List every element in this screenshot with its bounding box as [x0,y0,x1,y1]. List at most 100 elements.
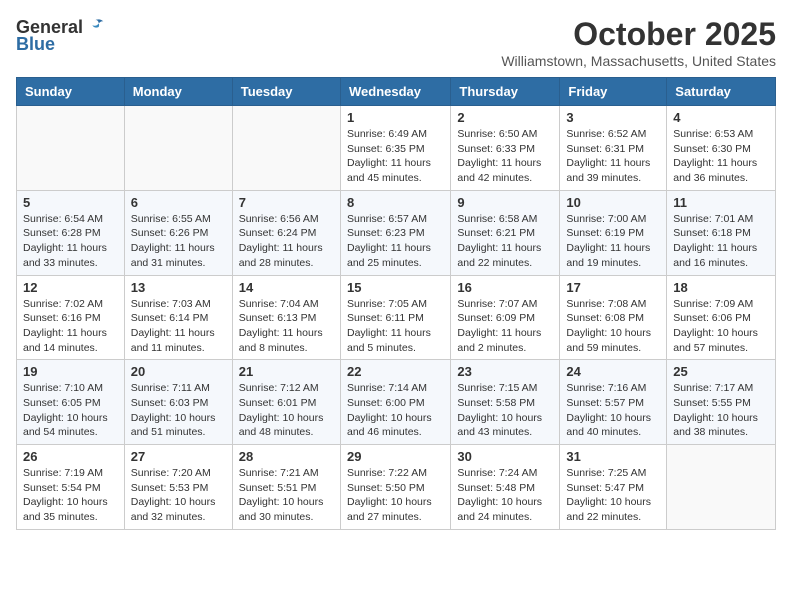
calendar-week-row: 26 Sunrise: 7:19 AM Sunset: 5:54 PM Dayli… [17,445,776,530]
calendar-day-empty [124,106,232,191]
logo: General Blue [16,16,107,55]
day-info: Sunrise: 7:11 AM Sunset: 6:03 PM Dayligh… [131,381,226,440]
day-number: 18 [673,280,769,295]
calendar-day-3: 3Sunrise: 6:52 AM Sunset: 6:31 PM Daylig… [560,106,667,191]
weekday-header-row: SundayMondayTuesdayWednesdayThursdayFrid… [17,78,776,106]
day-info: Sunrise: 6:49 AM Sunset: 6:35 PM Dayligh… [347,127,444,186]
day-number: 15 [347,280,444,295]
calendar-day-6: 6 Sunrise: 6:55 AM Sunset: 6:26 PM Daylig… [124,190,232,275]
day-info: Sunrise: 7:16 AM Sunset: 5:57 PM Dayligh… [566,381,660,440]
calendar-day-11: 11 Sunrise: 7:01 AM Sunset: 6:18 PM Dayli… [667,190,776,275]
calendar-day-17: 17 Sunrise: 7:08 AM Sunset: 6:08 PM Dayli… [560,275,667,360]
day-number: 30 [457,449,553,464]
calendar-week-row: 5 Sunrise: 6:54 AM Sunset: 6:28 PM Daylig… [17,190,776,275]
day-info: Sunrise: 7:09 AM Sunset: 6:06 PM Dayligh… [673,297,769,356]
weekday-header-saturday: Saturday [667,78,776,106]
weekday-header-tuesday: Tuesday [232,78,340,106]
day-info: Sunrise: 6:58 AM Sunset: 6:21 PM Dayligh… [457,212,553,271]
calendar-day-31: 31 Sunrise: 7:25 AM Sunset: 5:47 PM Dayli… [560,445,667,530]
day-info: Sunrise: 6:57 AM Sunset: 6:23 PM Dayligh… [347,212,444,271]
day-info: Sunrise: 7:01 AM Sunset: 6:18 PM Dayligh… [673,212,769,271]
day-number: 22 [347,364,444,379]
calendar-day-20: 20 Sunrise: 7:11 AM Sunset: 6:03 PM Dayli… [124,360,232,445]
day-number: 12 [23,280,118,295]
day-info: Sunrise: 7:24 AM Sunset: 5:48 PM Dayligh… [457,466,553,525]
title-section: October 2025 Williamstown, Massachusetts… [501,16,776,69]
calendar-day-14: 14 Sunrise: 7:04 AM Sunset: 6:13 PM Dayli… [232,275,340,360]
day-info: Sunrise: 7:00 AM Sunset: 6:19 PM Dayligh… [566,212,660,271]
logo-blue-text: Blue [16,34,55,55]
calendar-day-5: 5 Sunrise: 6:54 AM Sunset: 6:28 PM Daylig… [17,190,125,275]
day-number: 17 [566,280,660,295]
day-info: Sunrise: 7:04 AM Sunset: 6:13 PM Dayligh… [239,297,334,356]
day-info: Sunrise: 7:12 AM Sunset: 6:01 PM Dayligh… [239,381,334,440]
calendar-day-2: 2Sunrise: 6:50 AM Sunset: 6:33 PM Daylig… [451,106,560,191]
calendar-day-21: 21 Sunrise: 7:12 AM Sunset: 6:01 PM Dayli… [232,360,340,445]
day-info: Sunrise: 7:19 AM Sunset: 5:54 PM Dayligh… [23,466,118,525]
calendar-day-12: 12 Sunrise: 7:02 AM Sunset: 6:16 PM Dayli… [17,275,125,360]
day-number: 8 [347,195,444,210]
calendar-week-row: 12 Sunrise: 7:02 AM Sunset: 6:16 PM Dayli… [17,275,776,360]
calendar-week-row: 1 Sunrise: 6:49 AM Sunset: 6:35 PM Daylig… [17,106,776,191]
logo-bird-icon [85,16,107,38]
day-info: Sunrise: 7:25 AM Sunset: 5:47 PM Dayligh… [566,466,660,525]
calendar-day-13: 13 Sunrise: 7:03 AM Sunset: 6:14 PM Dayli… [124,275,232,360]
calendar-day-29: 29Sunrise: 7:22 AM Sunset: 5:50 PM Dayli… [340,445,450,530]
day-info: Sunrise: 7:22 AM Sunset: 5:50 PM Dayligh… [347,466,444,525]
calendar-day-empty [232,106,340,191]
calendar-day-15: 15Sunrise: 7:05 AM Sunset: 6:11 PM Dayli… [340,275,450,360]
day-number: 28 [239,449,334,464]
day-info: Sunrise: 7:15 AM Sunset: 5:58 PM Dayligh… [457,381,553,440]
day-number: 21 [239,364,334,379]
day-number: 19 [23,364,118,379]
calendar-day-empty [667,445,776,530]
calendar-day-16: 16 Sunrise: 7:07 AM Sunset: 6:09 PM Dayli… [451,275,560,360]
day-number: 25 [673,364,769,379]
day-number: 6 [131,195,226,210]
calendar-day-30: 30 Sunrise: 7:24 AM Sunset: 5:48 PM Dayli… [451,445,560,530]
day-number: 5 [23,195,118,210]
location-subtitle: Williamstown, Massachusetts, United Stat… [501,53,776,69]
calendar-day-19: 19 Sunrise: 7:10 AM Sunset: 6:05 PM Dayli… [17,360,125,445]
day-number: 20 [131,364,226,379]
day-info: Sunrise: 7:14 AM Sunset: 6:00 PM Dayligh… [347,381,444,440]
day-info: Sunrise: 7:21 AM Sunset: 5:51 PM Dayligh… [239,466,334,525]
day-number: 16 [457,280,553,295]
calendar-day-24: 24Sunrise: 7:16 AM Sunset: 5:57 PM Dayli… [560,360,667,445]
calendar-day-18: 18 Sunrise: 7:09 AM Sunset: 6:06 PM Dayli… [667,275,776,360]
calendar-day-25: 25 Sunrise: 7:17 AM Sunset: 5:55 PM Dayli… [667,360,776,445]
weekday-header-thursday: Thursday [451,78,560,106]
day-number: 31 [566,449,660,464]
day-number: 11 [673,195,769,210]
calendar-week-row: 19 Sunrise: 7:10 AM Sunset: 6:05 PM Dayli… [17,360,776,445]
calendar-day-empty [17,106,125,191]
day-number: 26 [23,449,118,464]
day-number: 10 [566,195,660,210]
calendar-day-1: 1 Sunrise: 6:49 AM Sunset: 6:35 PM Daylig… [340,106,450,191]
day-number: 23 [457,364,553,379]
day-number: 1 [347,110,444,125]
calendar-day-10: 10 Sunrise: 7:00 AM Sunset: 6:19 PM Dayli… [560,190,667,275]
day-info: Sunrise: 7:08 AM Sunset: 6:08 PM Dayligh… [566,297,660,356]
day-info: Sunrise: 6:54 AM Sunset: 6:28 PM Dayligh… [23,212,118,271]
day-number: 13 [131,280,226,295]
calendar-day-22: 22 Sunrise: 7:14 AM Sunset: 6:00 PM Dayli… [340,360,450,445]
day-info: Sunrise: 6:50 AM Sunset: 6:33 PM Dayligh… [457,127,553,186]
calendar-day-23: 23 Sunrise: 7:15 AM Sunset: 5:58 PM Dayli… [451,360,560,445]
day-number: 14 [239,280,334,295]
day-info: Sunrise: 7:07 AM Sunset: 6:09 PM Dayligh… [457,297,553,356]
day-info: Sunrise: 7:03 AM Sunset: 6:14 PM Dayligh… [131,297,226,356]
day-number: 27 [131,449,226,464]
calendar-day-8: 8 Sunrise: 6:57 AM Sunset: 6:23 PM Daylig… [340,190,450,275]
day-number: 4 [673,110,769,125]
day-info: Sunrise: 7:17 AM Sunset: 5:55 PM Dayligh… [673,381,769,440]
calendar-day-7: 7Sunrise: 6:56 AM Sunset: 6:24 PM Daylig… [232,190,340,275]
day-info: Sunrise: 6:53 AM Sunset: 6:30 PM Dayligh… [673,127,769,186]
day-info: Sunrise: 7:02 AM Sunset: 6:16 PM Dayligh… [23,297,118,356]
day-info: Sunrise: 6:55 AM Sunset: 6:26 PM Dayligh… [131,212,226,271]
weekday-header-sunday: Sunday [17,78,125,106]
weekday-header-friday: Friday [560,78,667,106]
month-title: October 2025 [501,16,776,53]
calendar-day-26: 26 Sunrise: 7:19 AM Sunset: 5:54 PM Dayli… [17,445,125,530]
day-info: Sunrise: 7:10 AM Sunset: 6:05 PM Dayligh… [23,381,118,440]
